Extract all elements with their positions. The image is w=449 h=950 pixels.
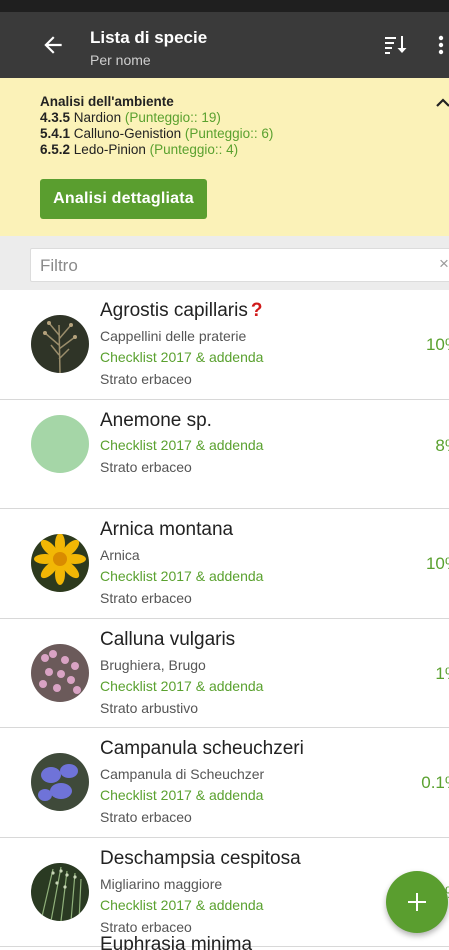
cover-percentage: 10% <box>425 335 449 354</box>
more-options-icon[interactable] <box>436 34 446 56</box>
cover-percentage: 1% <box>435 663 449 683</box>
page-subtitle: Per nome <box>90 52 151 68</box>
list-item[interactable]: Deschampsia cespitosa Migliarino maggior… <box>0 838 449 947</box>
species-photo <box>31 534 89 592</box>
checklist-label: Checklist 2017 & addenda <box>100 349 264 365</box>
checklist-label: Checklist 2017 & addenda <box>100 436 264 453</box>
species-name: Agrostis capillaris? <box>100 300 263 321</box>
detailed-analysis-button[interactable]: Analisi dettagliata <box>40 179 207 219</box>
common-name: Migliarino maggiore <box>100 875 223 892</box>
analysis-score: (Punteggio:: 19) <box>124 110 221 125</box>
species-photo <box>31 643 89 702</box>
checklist-label: Checklist 2017 & addenda <box>100 896 264 913</box>
clear-filter-icon[interactable]: × <box>439 254 449 274</box>
checklist-label: Checklist 2017 & addenda <box>100 568 264 584</box>
common-name: Brughiera, Brugo <box>100 656 206 673</box>
filter-bar: Filtro × <box>0 236 449 290</box>
cover-percentage: 0.1% <box>421 773 449 792</box>
analysis-row: 5.4.1 Calluno-Genistion (Punteggio:: 6) <box>40 126 449 142</box>
filter-placeholder: Filtro <box>40 256 78 275</box>
stratum-label: Strato erbaceo <box>100 371 192 387</box>
stratum-label: Strato arbustivo <box>100 699 199 716</box>
species-name: Calluna vulgaris <box>100 628 236 650</box>
sort-icon[interactable] <box>384 34 408 56</box>
analysis-heading: Analisi dell'ambiente <box>40 94 174 109</box>
analysis-score: (Punteggio:: 6) <box>184 126 274 141</box>
species-name: Anemone sp. <box>100 409 212 431</box>
chevron-up-icon[interactable] <box>436 98 449 108</box>
status-bar <box>0 0 449 12</box>
list-item[interactable]: Calluna vulgaris Brughiera, Brugo Checkl… <box>0 619 449 728</box>
analysis-code: 4.3.5 <box>40 110 71 125</box>
species-list: Agrostis capillaris? Cappellini delle pr… <box>0 290 449 947</box>
common-name: Cappellini delle praterie <box>100 328 247 344</box>
stratum-label: Strato erbaceo <box>100 590 192 606</box>
analysis-name: Calluno-Genistion <box>73 126 182 141</box>
stratum-label: Strato erbaceo <box>100 918 192 935</box>
cover-percentage: 8% <box>435 435 449 455</box>
analysis-name: Nardion <box>73 110 122 125</box>
species-photo <box>31 315 89 373</box>
analysis-name: Ledo-Pinion <box>73 142 146 157</box>
uncertain-flag: ? <box>250 300 263 321</box>
app-bar: Lista di specie Per nome <box>0 12 449 78</box>
species-name[interactable]: Euphrasia minima <box>100 934 252 950</box>
species-name: Campanula scheuchzeri <box>100 738 304 759</box>
analysis-code: 6.5.2 <box>40 142 71 157</box>
common-name: Campanula di Scheuchzer <box>100 766 265 782</box>
analysis-code: 5.4.1 <box>40 126 71 141</box>
species-photo <box>31 862 89 921</box>
page-title: Lista di specie <box>90 28 208 47</box>
add-species-button[interactable] <box>386 871 448 933</box>
environment-analysis-panel: Analisi dell'ambiente 4.3.5 Nardion (Pun… <box>0 78 449 236</box>
list-item[interactable]: Anemone sp. Checklist 2017 & addenda Str… <box>0 400 449 509</box>
species-placeholder <box>31 414 89 473</box>
stratum-label: Strato erbaceo <box>100 458 192 475</box>
list-item[interactable]: Campanula scheuchzeri Campanula di Scheu… <box>0 728 449 838</box>
species-name: Deschampsia cespitosa <box>100 847 301 869</box>
analysis-row: 4.3.5 Nardion (Punteggio:: 19) <box>40 110 449 126</box>
stratum-label: Strato erbaceo <box>100 809 192 825</box>
analysis-score: (Punteggio:: 4) <box>149 142 239 157</box>
list-item[interactable]: Agrostis capillaris? Cappellini delle pr… <box>0 290 449 400</box>
species-photo <box>31 753 89 811</box>
checklist-label: Checklist 2017 & addenda <box>100 677 264 694</box>
filter-input[interactable]: Filtro × <box>30 248 449 282</box>
back-arrow-icon[interactable] <box>40 32 66 58</box>
cover-percentage: 10% <box>425 554 449 573</box>
common-name: Arnica <box>100 547 140 563</box>
list-item[interactable]: Arnica montana Arnica Checklist 2017 & a… <box>0 509 449 619</box>
species-name: Arnica montana <box>100 519 234 540</box>
analysis-row: 6.5.2 Ledo-Pinion (Punteggio:: 4) <box>40 142 449 158</box>
checklist-label: Checklist 2017 & addenda <box>100 787 264 803</box>
